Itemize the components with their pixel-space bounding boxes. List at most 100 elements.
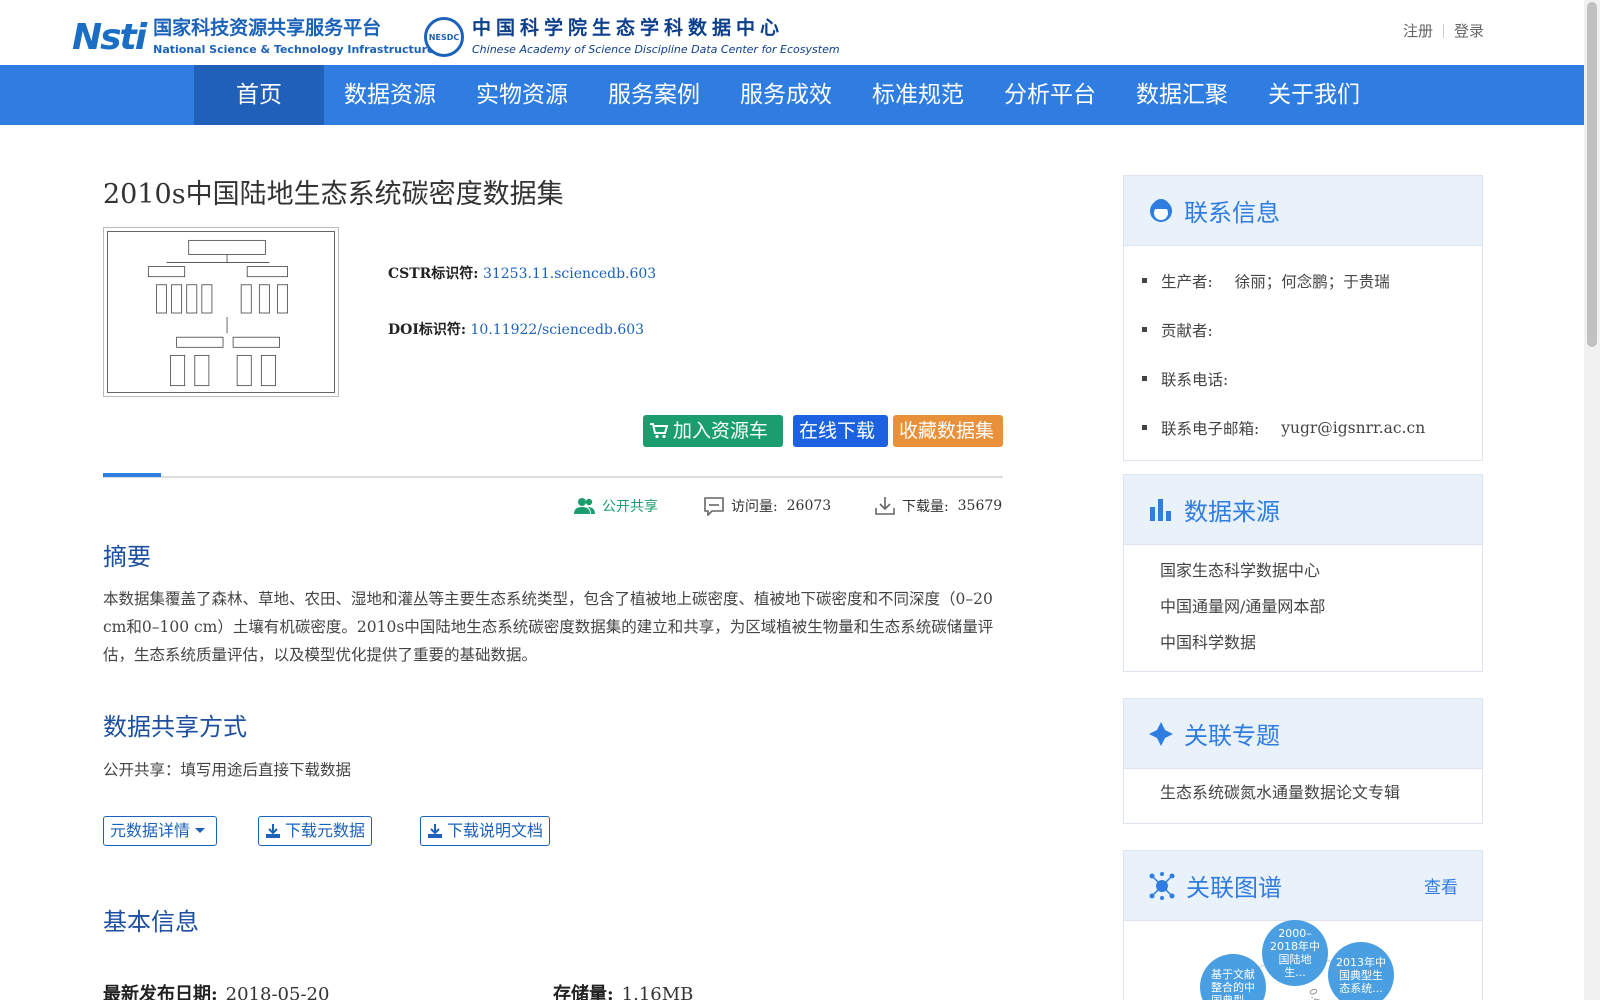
producer-value: 徐丽；何念鹏；于贵瑞 xyxy=(1234,272,1390,291)
favorite-dataset-button[interactable]: 收藏数据集 xyxy=(893,415,1003,447)
nesdc-logo-en: Chinese Academy of Science Discipline Da… xyxy=(472,43,840,56)
related-topics-panel: 关联专题 生态系统碳氮水通量数据论文专辑 xyxy=(1123,698,1483,824)
view-graph-link[interactable]: 查看 xyxy=(1424,873,1458,898)
related-graph-panel: 关联图谱 查看 xyxy=(1123,850,1483,921)
download-icon xyxy=(875,497,895,515)
nsti-logo[interactable]: Nsti 国家科技资源共享服务平台 National Science & Tec… xyxy=(72,14,434,60)
download-tray-icon xyxy=(266,824,280,838)
graph-node[interactable]: 2013年中国典型生态系统... xyxy=(1328,942,1394,1000)
download-metadata-label: 下载元数据 xyxy=(285,821,366,840)
download-tray-icon xyxy=(428,824,442,838)
nav-item-service-results[interactable]: 服务成效 xyxy=(720,65,852,125)
source-link[interactable]: 国家生态科学数据中心 xyxy=(1160,553,1482,589)
flowchart-thumbnail-image xyxy=(147,239,288,387)
data-source-title: 数据来源 xyxy=(1184,498,1280,526)
visit-count: 访问量: 26073 xyxy=(703,496,831,516)
visit-value: 26073 xyxy=(786,498,832,514)
contact-panel: 联系信息 生产者: 徐丽；何念鹏；于贵瑞 贡献者: 联系电话: 联系电子邮箱: yu… xyxy=(1123,175,1483,461)
dataset-thumbnail[interactable] xyxy=(103,227,339,397)
basic-info-heading: 基本信息 xyxy=(103,908,199,936)
download-doc-label: 下载说明文档 xyxy=(447,821,544,840)
visit-label: 访问量: xyxy=(731,499,778,515)
graph-edge-label: 0.4 xyxy=(1306,987,1322,1000)
phone-label: 联系电话: xyxy=(1161,370,1229,389)
topic-icon xyxy=(1149,721,1173,746)
register-link[interactable]: 注册 xyxy=(1403,20,1433,41)
auth-links: 注册 登录 xyxy=(1403,20,1484,41)
nsti-logo-cn: 国家科技资源共享服务平台 xyxy=(153,17,382,39)
nav-item-analysis[interactable]: 分析平台 xyxy=(984,65,1116,125)
nav-item-service-cases[interactable]: 服务案例 xyxy=(588,65,720,125)
producer-label: 生产者: xyxy=(1161,272,1213,291)
caret-down-icon xyxy=(195,828,206,833)
auth-divider xyxy=(1442,23,1444,38)
download-doc-button[interactable]: 下载说明文档 xyxy=(420,816,551,846)
sharing-method-heading: 数据共享方式 xyxy=(103,713,247,741)
metadata-details-button[interactable]: 元数据详情 xyxy=(103,816,218,846)
main-nav: 首页 数据资源 实物资源 服务案例 服务成效 标准规范 分析平台 数据汇聚 关于… xyxy=(0,65,1584,125)
top-header: Nsti 国家科技资源共享服务平台 National Science & Tec… xyxy=(0,0,1584,65)
nav-item-standards[interactable]: 标准规范 xyxy=(852,65,984,125)
download-label: 下载量: xyxy=(902,499,949,515)
release-date-label: 最新发布日期: xyxy=(103,984,218,1000)
users-icon xyxy=(574,498,595,514)
contact-title: 联系信息 xyxy=(1184,199,1280,227)
storage-row: 存储量: 1.16MB xyxy=(553,980,693,1000)
cstr-label: CSTR标识符: xyxy=(388,266,479,282)
topic-link[interactable]: 生态系统碳氮水通量数据论文专辑 xyxy=(1160,775,1482,811)
contributor-label: 贡献者: xyxy=(1161,321,1213,340)
graph-node[interactable]: 2000–2018年中国陆地生... xyxy=(1262,920,1328,986)
nav-item-physical-resources[interactable]: 实物资源 xyxy=(456,65,588,125)
producer-item: 生产者: 徐丽；何念鹏；于贵瑞 xyxy=(1124,256,1482,305)
metadata-details-label: 元数据详情 xyxy=(110,821,191,840)
email-item: 联系电子邮箱: yugr@igsnrr.ac.cn xyxy=(1124,403,1482,452)
nsti-logo-en: National Science & Technology Infrastruc… xyxy=(153,43,435,56)
nesdc-logo[interactable]: NESDC 中国科学院生态学科数据中心 Chinese Academy of S… xyxy=(424,14,840,60)
doi-link[interactable]: 10.11922/sciencedb.603 xyxy=(471,322,645,338)
nesdc-logo-cn: 中国科学院生态学科数据中心 xyxy=(472,17,785,39)
storage-label: 存储量: xyxy=(553,984,614,1000)
cart-icon xyxy=(650,423,669,439)
share-status: 公开共享 xyxy=(574,496,658,516)
related-graph-title: 关联图谱 xyxy=(1186,874,1282,902)
tab-divider xyxy=(103,476,1003,478)
download-value: 35679 xyxy=(957,498,1003,514)
data-source-panel: 数据来源 国家生态科学数据中心 中国通量网/通量网本部 中国科学数据 xyxy=(1123,474,1483,672)
page-scrollbar[interactable] xyxy=(1584,0,1600,1000)
login-link[interactable]: 登录 xyxy=(1454,20,1484,41)
knowledge-graph-canvas[interactable]: 0.4 基于文献整合的中国典型... 2000–2018年中国陆地生... 20… xyxy=(1123,920,1483,1000)
cstr-identifier: CSTR标识符: 31253.11.sciencedb.603 xyxy=(388,263,656,283)
tab-active-indicator[interactable] xyxy=(103,473,161,477)
share-status-label: 公开共享 xyxy=(602,499,658,515)
add-to-cart-button[interactable]: 加入资源车 xyxy=(643,415,783,447)
email-value[interactable]: yugr@igsnrr.ac.cn xyxy=(1281,419,1425,437)
abstract-text: 本数据集覆盖了森林、草地、农田、湿地和灌丛等主要生态系统类型，包含了植被地上碳密… xyxy=(103,590,994,664)
nav-item-data-aggregation[interactable]: 数据汇聚 xyxy=(1116,65,1248,125)
source-link[interactable]: 中国科学数据 xyxy=(1160,625,1482,661)
nav-item-data-resources[interactable]: 数据资源 xyxy=(324,65,456,125)
storage-value: 1.16MB xyxy=(621,984,694,1000)
network-graph-icon xyxy=(1149,871,1175,900)
doi-label: DOI标识符: xyxy=(388,322,467,338)
scrollbar-thumb[interactable] xyxy=(1587,2,1597,347)
dataset-title: 2010s中国陆地生态系统碳密度数据集 xyxy=(103,179,564,210)
bar-chart-icon xyxy=(1150,498,1171,521)
add-to-cart-label: 加入资源车 xyxy=(673,420,769,442)
sharing-method-text: 公开共享：填写用途后直接下载数据 xyxy=(103,761,352,779)
nesdc-badge-icon: NESDC xyxy=(424,17,464,57)
contributor-item: 贡献者: xyxy=(1124,305,1482,354)
source-link[interactable]: 中国通量网/通量网本部 xyxy=(1160,589,1482,625)
email-label: 联系电子邮箱: xyxy=(1161,419,1260,438)
online-download-button[interactable]: 在线下载 xyxy=(793,415,888,447)
nav-item-about[interactable]: 关于我们 xyxy=(1248,65,1380,125)
doi-identifier: DOI标识符: 10.11922/sciencedb.603 xyxy=(388,319,644,339)
phone-item: 联系电话: xyxy=(1124,354,1482,403)
nsti-logo-mark: Nsti xyxy=(72,16,147,58)
nav-item-home[interactable]: 首页 xyxy=(194,65,324,125)
cstr-link[interactable]: 31253.11.sciencedb.603 xyxy=(483,266,656,282)
message-icon xyxy=(704,497,724,516)
user-headset-icon xyxy=(1150,198,1172,222)
download-metadata-button[interactable]: 下载元数据 xyxy=(258,816,373,846)
abstract-heading: 摘要 xyxy=(103,543,151,571)
related-topics-title: 关联专题 xyxy=(1184,722,1280,750)
